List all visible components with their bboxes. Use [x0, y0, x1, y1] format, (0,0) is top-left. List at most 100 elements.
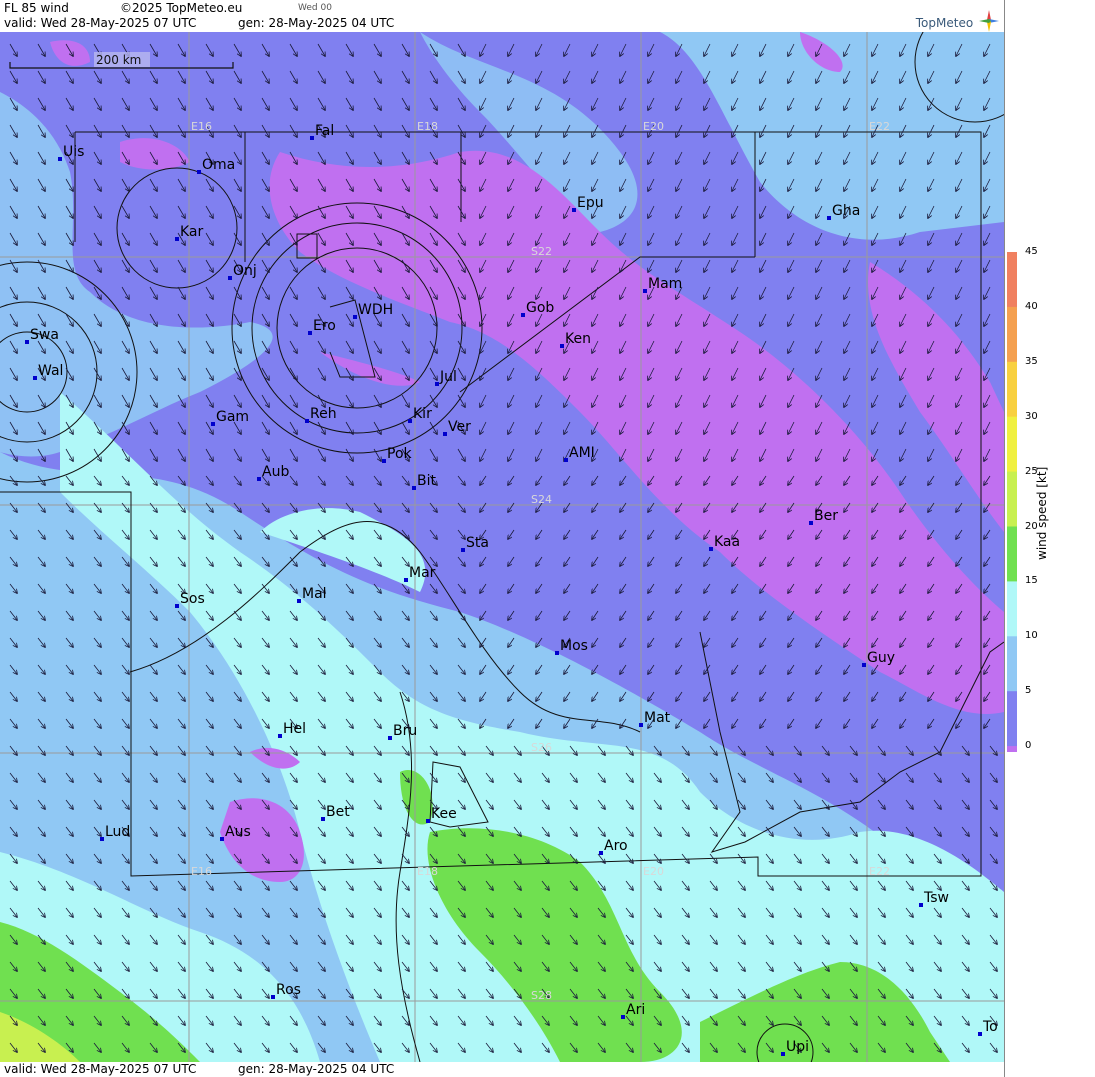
- place-dot: [599, 851, 603, 855]
- day-tag: Wed 00: [298, 3, 332, 13]
- place-ero: Ero: [308, 318, 336, 335]
- place-label: AMI: [569, 445, 595, 461]
- lon-label-e22: E22: [869, 120, 890, 133]
- place-bet: Bet: [321, 804, 350, 821]
- place-kee: Kee: [426, 806, 457, 823]
- place-label: Gha: [832, 203, 860, 219]
- topmeteo-logo: TopMeteo: [916, 10, 999, 32]
- legend-title: wind speed [kt]: [1035, 466, 1049, 560]
- place-label: WDH: [358, 302, 393, 318]
- place-guy: Guy: [862, 650, 895, 667]
- place-dot: [297, 599, 301, 603]
- place-ber: Ber: [809, 508, 838, 525]
- place-dot: [827, 216, 831, 220]
- place-label: Ver: [448, 419, 471, 435]
- place-label: Wal: [38, 363, 63, 379]
- place-label: Guy: [867, 650, 895, 666]
- place-dot: [310, 136, 314, 140]
- legend-swatch: [1007, 361, 1017, 418]
- place-mar: Mar: [404, 565, 436, 582]
- legend-tick-label: 15: [1025, 575, 1038, 587]
- place-kaa: Kaa: [709, 534, 740, 551]
- place-label: Mat: [644, 710, 671, 726]
- legend-tick-label: 5: [1025, 685, 1032, 697]
- legend-swatch: [1007, 581, 1017, 637]
- place-ken: Ken: [560, 331, 591, 348]
- place-label: Tsw: [923, 890, 949, 906]
- legend-swatch: [1007, 691, 1017, 747]
- place-dot: [639, 723, 643, 727]
- generated-time: gen: 28-May-2025 04 UTC: [238, 16, 395, 30]
- place-dot: [33, 376, 37, 380]
- place-label: Bet: [326, 804, 350, 820]
- place-label: Kir: [413, 406, 432, 422]
- place-dot: [353, 315, 357, 319]
- wind-map[interactable]: 200 km E16 E18 E20 E22 E16 E18 E20 E22 S…: [0, 32, 1004, 1062]
- legend-tick-label: 45: [1025, 246, 1038, 257]
- place-label: Gob: [526, 300, 554, 316]
- place-dot: [435, 382, 439, 386]
- place-dot: [412, 486, 416, 490]
- place-mam: Mam: [643, 276, 682, 293]
- lon-label-e22-south: E22: [869, 865, 890, 878]
- legend-swatch: [1007, 416, 1017, 473]
- legend-tick-label: 40: [1025, 300, 1038, 312]
- place-kar: Kar: [175, 224, 204, 241]
- place-dot: [426, 819, 430, 823]
- place-label: Epu: [577, 195, 604, 211]
- place-dot: [572, 208, 576, 212]
- place-tsw: Tsw: [919, 890, 949, 907]
- place-label: Ros: [276, 982, 301, 998]
- place-dot: [100, 837, 104, 841]
- place-label: Reh: [310, 406, 337, 422]
- place-gha: Gha: [827, 203, 860, 220]
- place-label: Aus: [225, 824, 251, 840]
- product-title: FL 85 wind: [4, 1, 69, 15]
- place-epu: Epu: [572, 195, 604, 212]
- footer-valid-time: valid: Wed 28-May-2025 07 UTC: [4, 1062, 197, 1076]
- place-label: Bru: [393, 723, 417, 739]
- place-label: Sta: [466, 535, 489, 551]
- place-sos: Sos: [175, 591, 205, 608]
- place-aro: Aro: [599, 838, 628, 855]
- place-label: Sos: [180, 591, 205, 607]
- place-dot: [560, 344, 564, 348]
- place-pok: Pok: [382, 446, 413, 463]
- place-aus: Aus: [220, 824, 251, 841]
- place-label: Kaa: [714, 534, 740, 550]
- place-label: Mar: [409, 565, 436, 581]
- place-dot: [321, 817, 325, 821]
- place-dot: [521, 313, 525, 317]
- lat-label-s26: S26: [531, 741, 552, 754]
- place-dot: [278, 734, 282, 738]
- place-reh: Reh: [305, 406, 337, 423]
- place-dot: [211, 422, 215, 426]
- place-dot: [25, 340, 29, 344]
- place-label: Ari: [626, 1002, 645, 1018]
- copyright: ©2025 TopMeteo.eu: [120, 1, 243, 15]
- lat-label-s28: S28: [531, 989, 552, 1002]
- valid-time: valid: Wed 28-May-2025 07 UTC: [4, 16, 197, 30]
- place-dot: [220, 837, 224, 841]
- place-mos: Mos: [555, 638, 588, 655]
- place-label: Mal: [302, 586, 327, 602]
- place-label: Jul: [439, 369, 457, 385]
- legend-tick-label: 35: [1025, 355, 1038, 367]
- place-label: Fal: [315, 123, 334, 139]
- place-lud: Lud: [100, 824, 130, 841]
- legend-swatch: [1007, 636, 1017, 692]
- footer-generated-time: gen: 28-May-2025 04 UTC: [238, 1062, 395, 1076]
- legend-swatch: [1007, 746, 1017, 752]
- legend-swatch: [1007, 252, 1017, 308]
- place-dot: [382, 459, 386, 463]
- wind-map-canvas: 200 km E16 E18 E20 E22 E16 E18 E20 E22 S…: [0, 32, 1004, 1062]
- compass-icon: [979, 10, 999, 32]
- place-dot: [978, 1032, 982, 1036]
- place-dot: [175, 237, 179, 241]
- place-label: Swa: [30, 327, 59, 343]
- place-dot: [461, 548, 465, 552]
- place-dot: [443, 432, 447, 436]
- scale-bar-label: 200 km: [96, 53, 141, 67]
- place-hel: Hel: [278, 721, 306, 738]
- legend-swatch: [1007, 306, 1017, 363]
